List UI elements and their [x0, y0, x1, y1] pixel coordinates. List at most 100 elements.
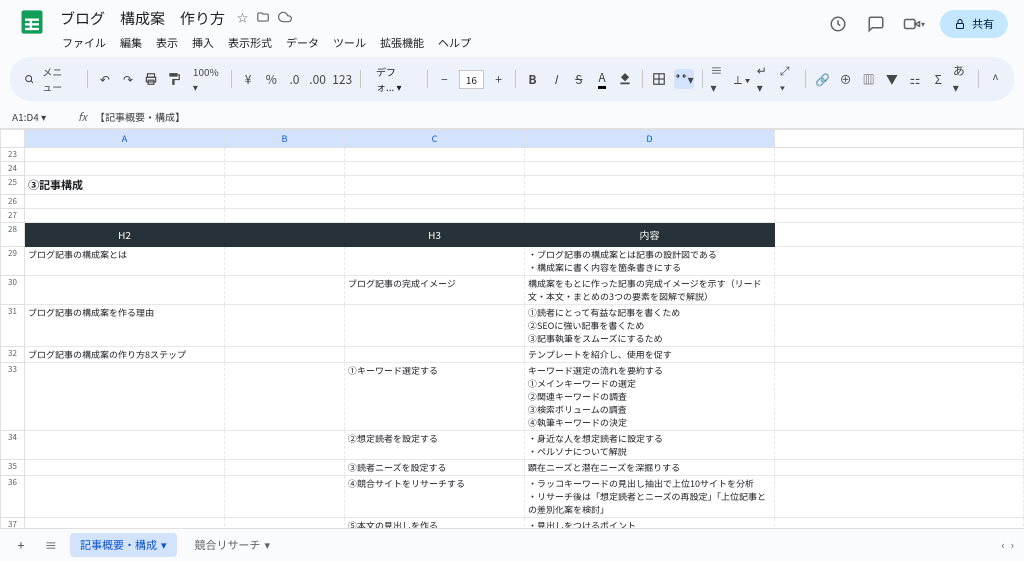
row-header[interactable]: 23	[1, 148, 25, 162]
all-sheets-icon[interactable]: ≡	[40, 535, 62, 555]
grid[interactable]: ABCD232425③記事構成262728H2H3内容29ブログ記事の構成案とは…	[0, 129, 1024, 528]
wrap-icon[interactable]: ↵ ▾	[757, 69, 774, 89]
row-header[interactable]: 30	[1, 276, 25, 305]
cell[interactable]	[225, 247, 345, 276]
cell[interactable]: 顕在ニーズと潜在ニーズを深掘りする	[525, 460, 775, 476]
cell[interactable]: 構成案をもとに作った記事の完成イメージを示す（リード文・本文・まとめの3つの要素…	[525, 276, 775, 305]
more-formats-icon[interactable]: 123	[332, 69, 352, 89]
cell[interactable]: ②想定読者を設定する	[345, 431, 525, 460]
print-icon[interactable]	[143, 69, 160, 89]
cell[interactable]	[225, 305, 345, 347]
cell[interactable]	[525, 209, 775, 223]
cell[interactable]	[345, 305, 525, 347]
menu-tools[interactable]: ツール	[327, 33, 372, 53]
link-icon[interactable]: 🔗	[814, 69, 831, 89]
filter-icon[interactable]: ▼	[883, 69, 900, 89]
cell[interactable]	[225, 518, 345, 529]
rotate-icon[interactable]: ⤢ ▾	[780, 69, 797, 89]
cell[interactable]: 内容	[525, 223, 775, 247]
formula-input[interactable]: 【記事概要・構成】	[95, 109, 1014, 124]
row-header[interactable]: 36	[1, 476, 25, 518]
menu-file[interactable]: ファイル	[56, 33, 112, 53]
cell[interactable]: ・ブログ記事の構成案とは記事の設計図である・構成案に書く内容を箇条書きにする	[525, 247, 775, 276]
menu-format[interactable]: 表示形式	[222, 33, 278, 53]
functions-icon[interactable]: Σ	[930, 69, 947, 89]
folder-icon[interactable]	[256, 10, 270, 28]
doc-title[interactable]: ブログ 構成案 作り方	[56, 6, 229, 31]
meet-icon[interactable]: ▾	[902, 12, 926, 36]
cell[interactable]	[225, 363, 345, 431]
col-header-A[interactable]: A	[25, 130, 225, 148]
scroll-right-icon[interactable]: ›	[1011, 537, 1014, 553]
cell[interactable]	[525, 162, 775, 176]
cell[interactable]	[225, 162, 345, 176]
borders-icon[interactable]	[650, 69, 667, 89]
font-size-input[interactable]: 16	[459, 70, 484, 89]
undo-icon[interactable]: ↶	[96, 69, 113, 89]
cell[interactable]	[345, 247, 525, 276]
row-header[interactable]: 24	[1, 162, 25, 176]
menu-edit[interactable]: 編集	[114, 33, 148, 53]
cell[interactable]: ③記事構成	[25, 176, 225, 195]
name-box[interactable]: A1:D4 ▾	[10, 107, 70, 126]
increase-decimal-icon[interactable]: .00	[309, 69, 326, 89]
cell[interactable]	[25, 276, 225, 305]
cell[interactable]	[345, 209, 525, 223]
cell[interactable]	[25, 162, 225, 176]
bold-icon[interactable]: B	[524, 69, 541, 89]
percent-icon[interactable]: %	[263, 69, 280, 89]
share-button[interactable]: 共有	[940, 10, 1008, 38]
menu-help[interactable]: ヘルプ	[432, 33, 477, 53]
paint-format-icon[interactable]	[166, 69, 183, 89]
cell[interactable]	[525, 176, 775, 195]
italic-icon[interactable]: I	[547, 69, 564, 89]
merge-icon[interactable]: ▾	[674, 69, 694, 89]
row-header[interactable]: 29	[1, 247, 25, 276]
cell[interactable]	[25, 148, 225, 162]
cell[interactable]	[25, 195, 225, 209]
menu-data[interactable]: データ	[280, 33, 325, 53]
cell[interactable]: H2	[25, 223, 225, 247]
row-header[interactable]: 26	[1, 195, 25, 209]
star-icon[interactable]: ☆	[237, 10, 248, 28]
insert-chart-icon[interactable]: ▥	[860, 69, 877, 89]
redo-icon[interactable]: ↷	[119, 69, 136, 89]
cell[interactable]	[25, 518, 225, 529]
cell[interactable]	[225, 460, 345, 476]
cloud-icon[interactable]	[278, 10, 292, 28]
row-header[interactable]: 35	[1, 460, 25, 476]
cell[interactable]	[25, 460, 225, 476]
menu-view[interactable]: 表示	[150, 33, 184, 53]
scroll-left-icon[interactable]: ‹	[1001, 537, 1004, 553]
menu-insert[interactable]: 挿入	[186, 33, 220, 53]
search-menus[interactable]: メニュー	[20, 62, 79, 96]
cell[interactable]: ③読者ニーズを設定する	[345, 460, 525, 476]
cell[interactable]	[25, 209, 225, 223]
cell[interactable]: ④競合サイトをリサーチする	[345, 476, 525, 518]
cell[interactable]	[225, 347, 345, 363]
cell[interactable]	[345, 148, 525, 162]
comment-icon[interactable]	[864, 12, 888, 36]
cell[interactable]	[25, 431, 225, 460]
cell[interactable]: ブログ記事の構成案を作る理由	[25, 305, 225, 347]
zoom-select[interactable]: 100% ▾	[189, 64, 223, 94]
cell[interactable]: H3	[345, 223, 525, 247]
sheets-logo[interactable]	[16, 6, 48, 38]
cell[interactable]: ⑤本文の見出しを作る	[345, 518, 525, 529]
cell[interactable]	[225, 223, 345, 247]
row-header[interactable]: 34	[1, 431, 25, 460]
cell[interactable]	[225, 476, 345, 518]
row-header[interactable]: 32	[1, 347, 25, 363]
cell[interactable]: ブログ記事の完成イメージ	[345, 276, 525, 305]
cell[interactable]	[225, 431, 345, 460]
add-sheet-icon[interactable]: +	[10, 535, 32, 555]
text-color-icon[interactable]: A	[593, 69, 610, 89]
row-header[interactable]: 33	[1, 363, 25, 431]
history-icon[interactable]	[826, 12, 850, 36]
row-header[interactable]: 25	[1, 176, 25, 195]
cell[interactable]	[345, 176, 525, 195]
cell[interactable]	[525, 148, 775, 162]
cell[interactable]: ・ラッコキーワードの見出し抽出で上位10サイトを分析・リサーチ後は「想定読者とニ…	[525, 476, 775, 518]
cell[interactable]	[525, 195, 775, 209]
strike-icon[interactable]: S	[570, 69, 587, 89]
